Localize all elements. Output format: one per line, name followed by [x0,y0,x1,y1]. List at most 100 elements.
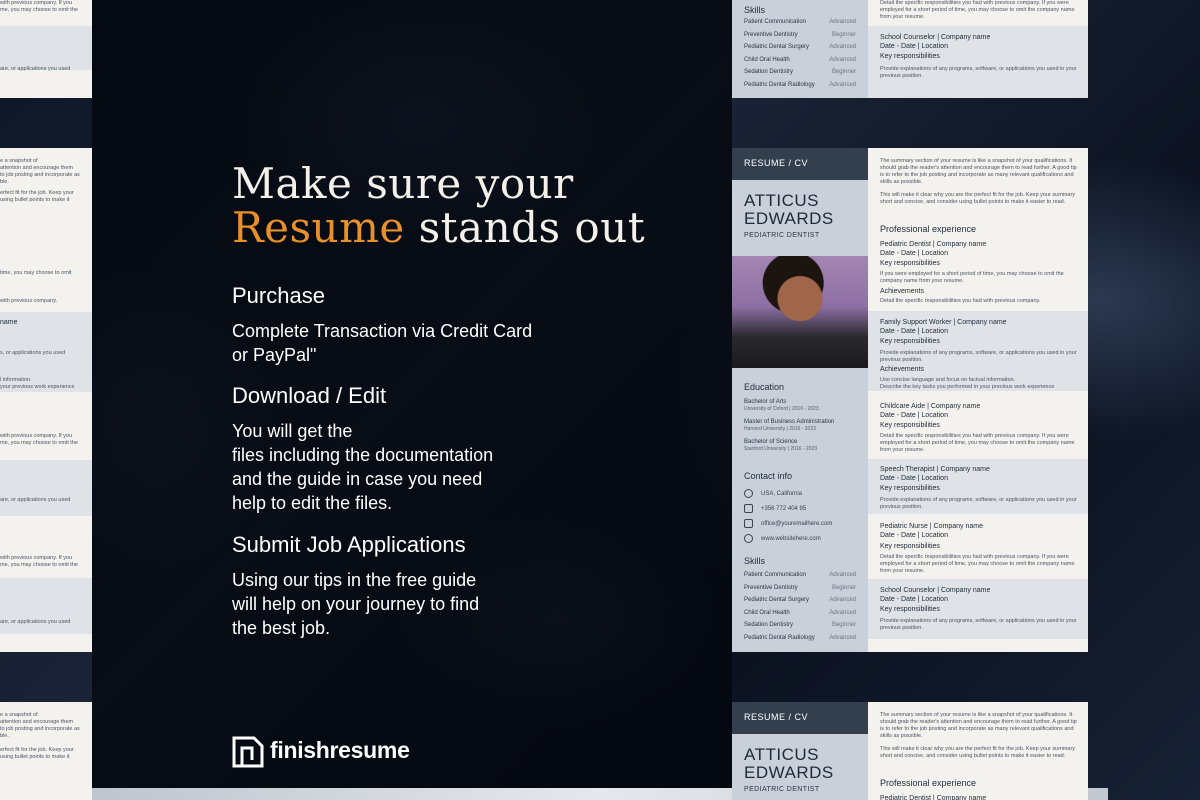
contact-location: USA, California [744,489,832,498]
skill-row: Preventive Dentistry Beginner [744,31,856,38]
skill-row: Sedation Dentistry Beginner [744,622,856,628]
achv-text: Detail the specific responsibilities you… [880,298,1041,304]
skill-row: Sedation Dentistry Beginner [744,69,856,75]
brand-name: finishresume [270,736,410,763]
summary-text-2: This will make it clear why you are the … [880,192,1076,205]
step-purchase: Purchase Complete Transaction via Credit… [232,283,532,367]
edge-text: are, or applications you used [0,66,71,72]
skills-list: Patient Communication Advanced Preventive… [744,19,856,94]
resume-top-partial: Skills Patient Communication Advanced Pre… [732,0,1088,98]
skill-row: Patient Communication Advanced [744,19,856,25]
resp-text: Detail the specific responsibilities you… [880,554,1075,574]
edge-text: with previous company. If you me, you ma… [0,0,78,13]
headline-line1: Make sure your [232,159,574,208]
achievements: Achievements [880,366,924,373]
resume-name: ATTICUS EDWARDS [744,745,834,782]
headline-accent: Resume [232,203,405,252]
summary-text: The summary section of your resume is li… [880,158,1077,185]
job-date: Date - Date | Location [880,532,948,539]
job-title: School Counselor | Company name [880,34,991,41]
key-responsibilities: Key responsibilities [880,338,940,345]
skill-row: Pediatric Dental Radiology Advanced [744,81,856,88]
brand-mark-icon [232,736,264,768]
key-responsibilities: Key responsibilities [880,260,940,267]
edge-text: erfect fit for the job. Keep your using … [0,190,74,203]
contact-email: office@youremailhere.com [744,519,832,528]
skills-title: Skills [744,556,766,566]
skill-row: Child Oral Health Advanced [744,609,856,616]
brand-logo[interactable]: finishresume [232,732,410,768]
edge-text: l information. your previous work experi… [0,377,75,390]
resume-header: RESUME / CV [732,702,868,734]
resume-name: ATTICUS EDWARDS [744,191,834,228]
key-responsibilities: Key responsibilities [880,422,940,429]
prog-text: Provide explanations of any programs, so… [880,350,1077,363]
job-title: School Counselor | Company name [880,587,991,594]
headline-line2: Resume stands out [232,206,645,250]
contact-list: USA, California +356 772 404 95 office@y… [744,483,832,543]
edge-text: e a snapshot of attention and encourage … [0,712,80,760]
share-icon [744,534,753,543]
experience-title: Professional experience [880,778,977,788]
edge-text: time, you may choose to omit [0,270,72,276]
job-title: Pediatric Nurse | Company name [880,523,983,530]
step-body: Using our tips in the free guide will he… [232,570,480,638]
education-list: Bachelor of Arts University of Oxford | … [744,399,835,452]
resume-sidebar: Skills Patient Communication Advanced Pre… [732,0,868,98]
prog-text: Provide explanations of any programs, so… [880,618,1077,631]
resume-sidebar: RESUME / CV ATTICUS EDWARDS PEDIATRIC DE… [732,702,868,800]
resp-text: If you were employed for a short period … [880,271,1064,284]
resume-bottom-partial: RESUME / CV ATTICUS EDWARDS PEDIATRIC DE… [732,702,1088,800]
prog-text: Provide explanations of any programs, so… [880,497,1077,510]
resume-main: The summary section of your resume is li… [868,702,1088,800]
job-title: Pediatric Dentist | Company name [880,795,987,800]
skills-list: Patient Communication Advanced Preventive… [744,572,856,647]
experience-title: Professional experience [880,224,977,234]
step-submit: Submit Job Applications Using our tips i… [232,532,479,640]
step-body: You will get the files including the doc… [232,421,494,513]
headline-rest: stands out [404,203,646,252]
contact-website: www.websitehere.com [744,534,832,543]
job-title: Family Support Worker | Company name [880,319,1007,326]
resume-main: The summary section of your resume is li… [868,148,1088,652]
step-title: Submit Job Applications [232,532,466,557]
skill-row: Pediatric Dental Surgery Advanced [744,597,856,603]
contact-title: Contact info [744,471,793,481]
job-title: Pediatric Dentist | Company name [880,241,987,248]
resume-main-page: RESUME / CV ATTICUS EDWARDS PEDIATRIC DE… [732,148,1088,652]
skill-row: Pediatric Dental Radiology Advanced [744,634,856,641]
globe-icon [744,489,753,498]
skill-row: Pediatric Dental Surgery Advanced [744,44,856,50]
step-body: Complete Transaction via Credit Card or … [232,321,533,365]
edge-text: with previous company. [0,298,58,304]
job-date: Date - Date | Location [880,412,948,419]
skills-title: Skills [744,5,766,15]
profile-photo [732,256,868,368]
job-date: Date - Date | Location [880,596,948,603]
edge-text: with previous company. If you me, you ma… [0,433,78,446]
prog-text: Provide explanations of any programs, so… [880,66,1077,79]
left-resume-bottom: e a snapshot of attention and encourage … [0,702,92,800]
phone-icon [744,504,753,513]
achievements: Achievements [880,288,924,295]
job-title: Childcare Aide | Company name [880,403,981,410]
edge-text: e a snapshot of attention and encourage … [0,158,80,185]
job-date: Date - Date | Location [880,250,948,257]
left-resume-middle: e a snapshot of attention and encourage … [0,148,92,652]
edge-text: s, or applications you used [0,350,66,356]
education-title: Education [744,382,785,392]
summary-text-2: This will make it clear why you are the … [880,746,1076,759]
resume-header: RESUME / CV [732,148,868,180]
resp-text: Detail the specific responsibilities you… [880,0,1075,20]
job-date: Date - Date | Location [880,328,948,335]
resume-role: PEDIATRIC DENTIST [744,786,820,793]
edge-text: are, or applications you used [0,497,71,503]
resume-role: PEDIATRIC DENTIST [744,232,820,239]
skill-row: Preventive Dentistry Beginner [744,584,856,591]
step-title: Download / Edit [232,383,387,408]
left-resume-top: with previous company. If you me, you ma… [0,0,92,98]
key-responsibilities: Key responsibilities [880,53,940,60]
contact-phone: +356 772 404 95 [744,504,832,513]
mail-icon [744,519,753,528]
edge-text: name [0,319,18,326]
